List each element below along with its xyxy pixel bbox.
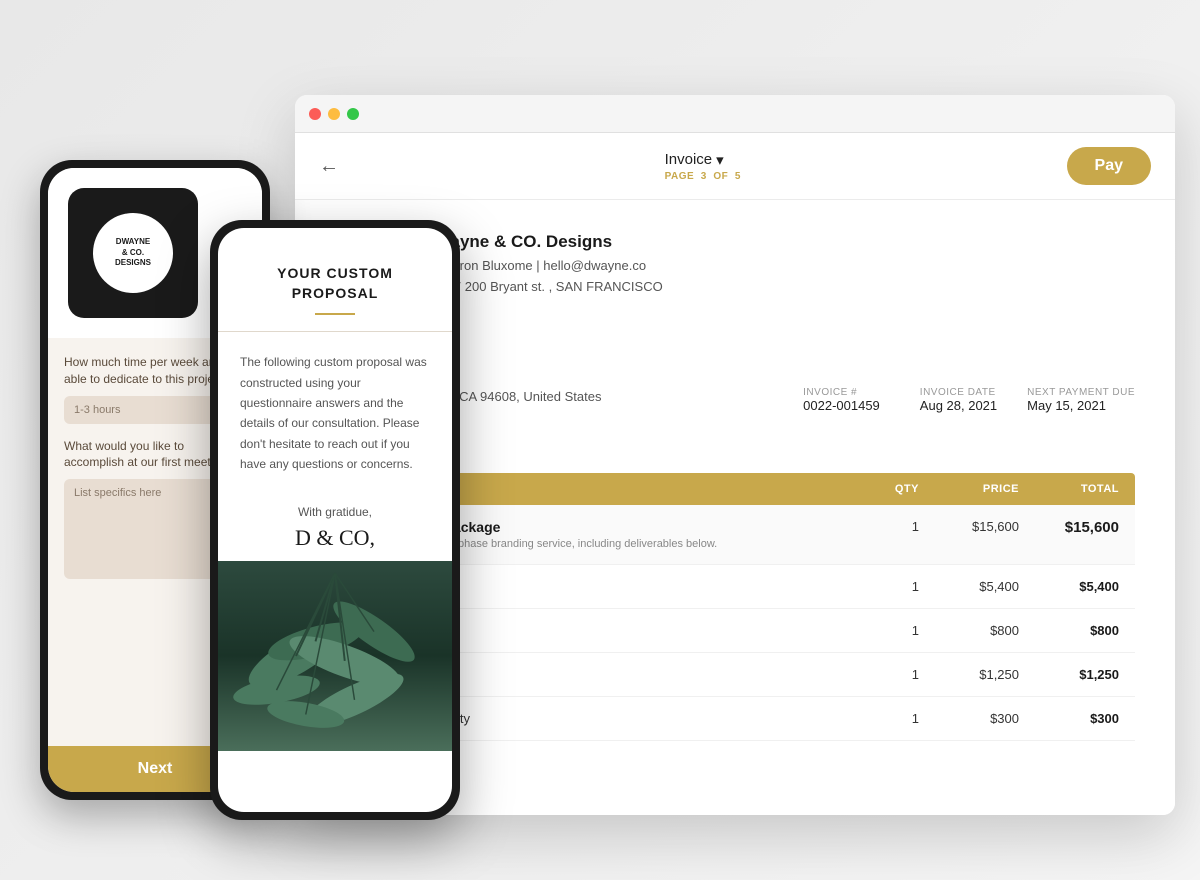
proposal-title: YOUR CUSTOMPROPOSAL <box>242 264 428 303</box>
item-qty-3: 1 <box>839 667 919 682</box>
invoice-number-value: 0022-001459 <box>803 398 880 413</box>
col-total: TOTAL <box>1019 483 1119 495</box>
company-name: Dwayne & CO. Designs <box>425 232 663 252</box>
page-current: 3 <box>701 171 707 182</box>
page-total: 5 <box>735 171 741 182</box>
next-payment-item: Next payment due May 15, 2021 <box>1027 387 1135 449</box>
invoice-date-value: Aug 28, 2021 <box>920 398 997 413</box>
dropdown-icon[interactable]: ▾ <box>716 151 724 169</box>
item-total-4: $300 <box>1019 711 1119 726</box>
window-close-dot[interactable] <box>309 108 321 120</box>
item-price-3: $1,250 <box>919 667 1019 682</box>
page-of: OF <box>713 171 728 182</box>
proposal-body: The following custom proposal was constr… <box>218 332 452 494</box>
proposal-sig: D & CO, <box>240 525 430 551</box>
item-price-2: $800 <box>919 623 1019 638</box>
invoice-label: Invoice <box>665 151 713 168</box>
invoice-title-area: Invoice ▾ PAGE 3 OF 5 <box>665 151 741 182</box>
phone-logo-box: DWAYNE& CO.DESIGNS <box>68 188 198 318</box>
browser-titlebar <box>295 95 1175 133</box>
window-maximize-dot[interactable] <box>347 108 359 120</box>
item-price-1: $5,400 <box>919 579 1019 594</box>
item-price-0: $15,600 <box>919 519 1019 534</box>
back-button[interactable]: ← <box>319 155 339 178</box>
col-price: PRICE <box>919 483 1019 495</box>
invoice-date-label: Invoice date <box>920 387 997 398</box>
phone-logo-text: DWAYNE& CO.DESIGNS <box>115 237 151 268</box>
proposal-divider <box>315 313 355 315</box>
invoice-page-info: PAGE 3 OF 5 <box>665 171 741 182</box>
pay-button[interactable]: Pay <box>1067 147 1151 185</box>
invoice-date-item: Invoice date Aug 28, 2021 <box>920 387 997 449</box>
item-total-1: $5,400 <box>1019 579 1119 594</box>
phone-front: YOUR CUSTOMPROPOSAL The following custom… <box>210 220 460 820</box>
item-total-3: $1,250 <box>1019 667 1119 682</box>
invoice-number-item: Invoice # 0022-001459 <box>803 387 880 449</box>
proposal-signature: With gratidue, D & CO, <box>218 495 452 551</box>
phone-front-screen: YOUR CUSTOMPROPOSAL The following custom… <box>218 228 452 812</box>
item-qty-0: 1 <box>839 519 919 534</box>
next-payment-value: May 15, 2021 <box>1027 398 1135 413</box>
invoice-header: ← Invoice ▾ PAGE 3 OF 5 Pay <box>295 133 1175 200</box>
proposal-with: With gratidue, <box>240 505 430 519</box>
item-price-4: $300 <box>919 711 1019 726</box>
item-qty-2: 1 <box>839 623 919 638</box>
window-minimize-dot[interactable] <box>328 108 340 120</box>
company-info: Dwayne & CO. Designs Cameron Bluxome | h… <box>425 232 663 298</box>
leaf-illustration <box>218 561 452 751</box>
item-qty-1: 1 <box>839 579 919 594</box>
item-total-0: $15,600 <box>1019 519 1119 536</box>
col-qty: QTY <box>839 483 919 495</box>
invoice-number-label: Invoice # <box>803 387 880 398</box>
item-total-2: $800 <box>1019 623 1119 638</box>
page-label: PAGE <box>665 171 695 182</box>
phone-logo-circle: DWAYNE& CO.DESIGNS <box>93 213 173 293</box>
company-contact: Cameron Bluxome | hello@dwayne.co <box>425 256 663 277</box>
proposal-photo <box>218 561 452 751</box>
invoice-meta: Invoice # 0022-001459 Invoice date Aug 2… <box>803 387 1135 449</box>
invoice-title: Invoice ▾ <box>665 151 741 169</box>
item-qty-4: 1 <box>839 711 919 726</box>
company-address: 94107 200 Bryant st. , SAN FRANCISCO <box>425 277 663 298</box>
next-payment-label: Next payment due <box>1027 387 1135 398</box>
proposal-header: YOUR CUSTOMPROPOSAL <box>218 228 452 332</box>
